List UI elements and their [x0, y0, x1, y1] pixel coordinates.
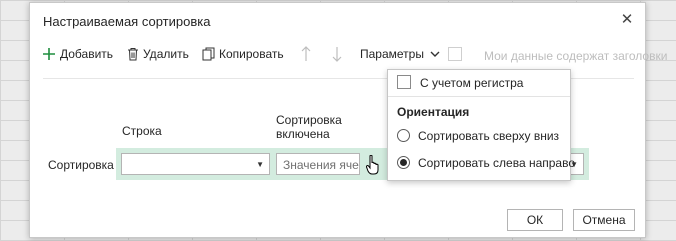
dialog-title: Настраиваемая сортировка	[43, 14, 211, 29]
trash-icon	[128, 48, 138, 61]
orientation-heading: Ориентация	[397, 105, 470, 119]
add-level-button[interactable]: Добавить	[42, 43, 113, 65]
cancel-button[interactable]: Отмена	[573, 209, 635, 231]
delete-level-label: Удалить	[143, 47, 189, 61]
headers-checkbox-label: Мои данные содержат заголовки	[484, 49, 668, 63]
plus-icon	[43, 48, 55, 60]
row-column-header: Строка	[122, 124, 162, 138]
add-level-label: Добавить	[60, 47, 114, 61]
sort-row-label: Сортировка	[48, 158, 114, 172]
radio-left-to-right[interactable]	[397, 156, 410, 169]
arrow-up-icon[interactable]	[301, 46, 311, 62]
ok-button[interactable]: ОК	[507, 209, 563, 231]
toolbar: Добавить Удалить Копировать Параметры Мо…	[30, 43, 667, 65]
custom-sort-dialog: Настраиваемая сортировка ✕ Добавить Удал…	[29, 2, 667, 238]
headers-checkbox[interactable]	[448, 47, 462, 61]
pointer-cursor-icon	[366, 155, 379, 175]
case-sensitive-label[interactable]: С учетом регистра	[420, 76, 523, 90]
row-select[interactable]: ▼	[121, 153, 270, 175]
caret-down-icon: ▼	[256, 160, 264, 169]
chevron-down-icon	[430, 51, 440, 57]
sort-on-header-line1: Сортировка	[276, 113, 342, 127]
copy-icon	[202, 47, 215, 61]
option-left-to-right-label[interactable]: Сортировать слева направо	[418, 156, 575, 170]
sort-on-select[interactable]: Значения ячеек	[276, 153, 360, 175]
case-sensitive-checkbox[interactable]	[397, 75, 411, 89]
radio-top-to-bottom[interactable]	[397, 129, 410, 142]
sort-on-select-value: Значения ячеек	[283, 158, 359, 172]
copy-level-label: Копировать	[219, 47, 284, 61]
options-dropdown-menu: С учетом регистра Ориентация Сортировать…	[387, 69, 575, 181]
option-top-to-bottom-label[interactable]: Сортировать сверху вниз	[418, 129, 559, 143]
close-icon[interactable]: ✕	[620, 12, 634, 27]
menu-divider	[388, 96, 570, 97]
copy-level-button[interactable]: Копировать	[202, 43, 284, 65]
options-label: Параметры	[360, 47, 424, 61]
delete-level-button[interactable]: Удалить	[127, 43, 189, 65]
sort-on-header-line2: включена	[276, 127, 330, 141]
options-dropdown-button[interactable]: Параметры	[360, 43, 440, 65]
arrow-down-icon[interactable]	[332, 46, 342, 62]
